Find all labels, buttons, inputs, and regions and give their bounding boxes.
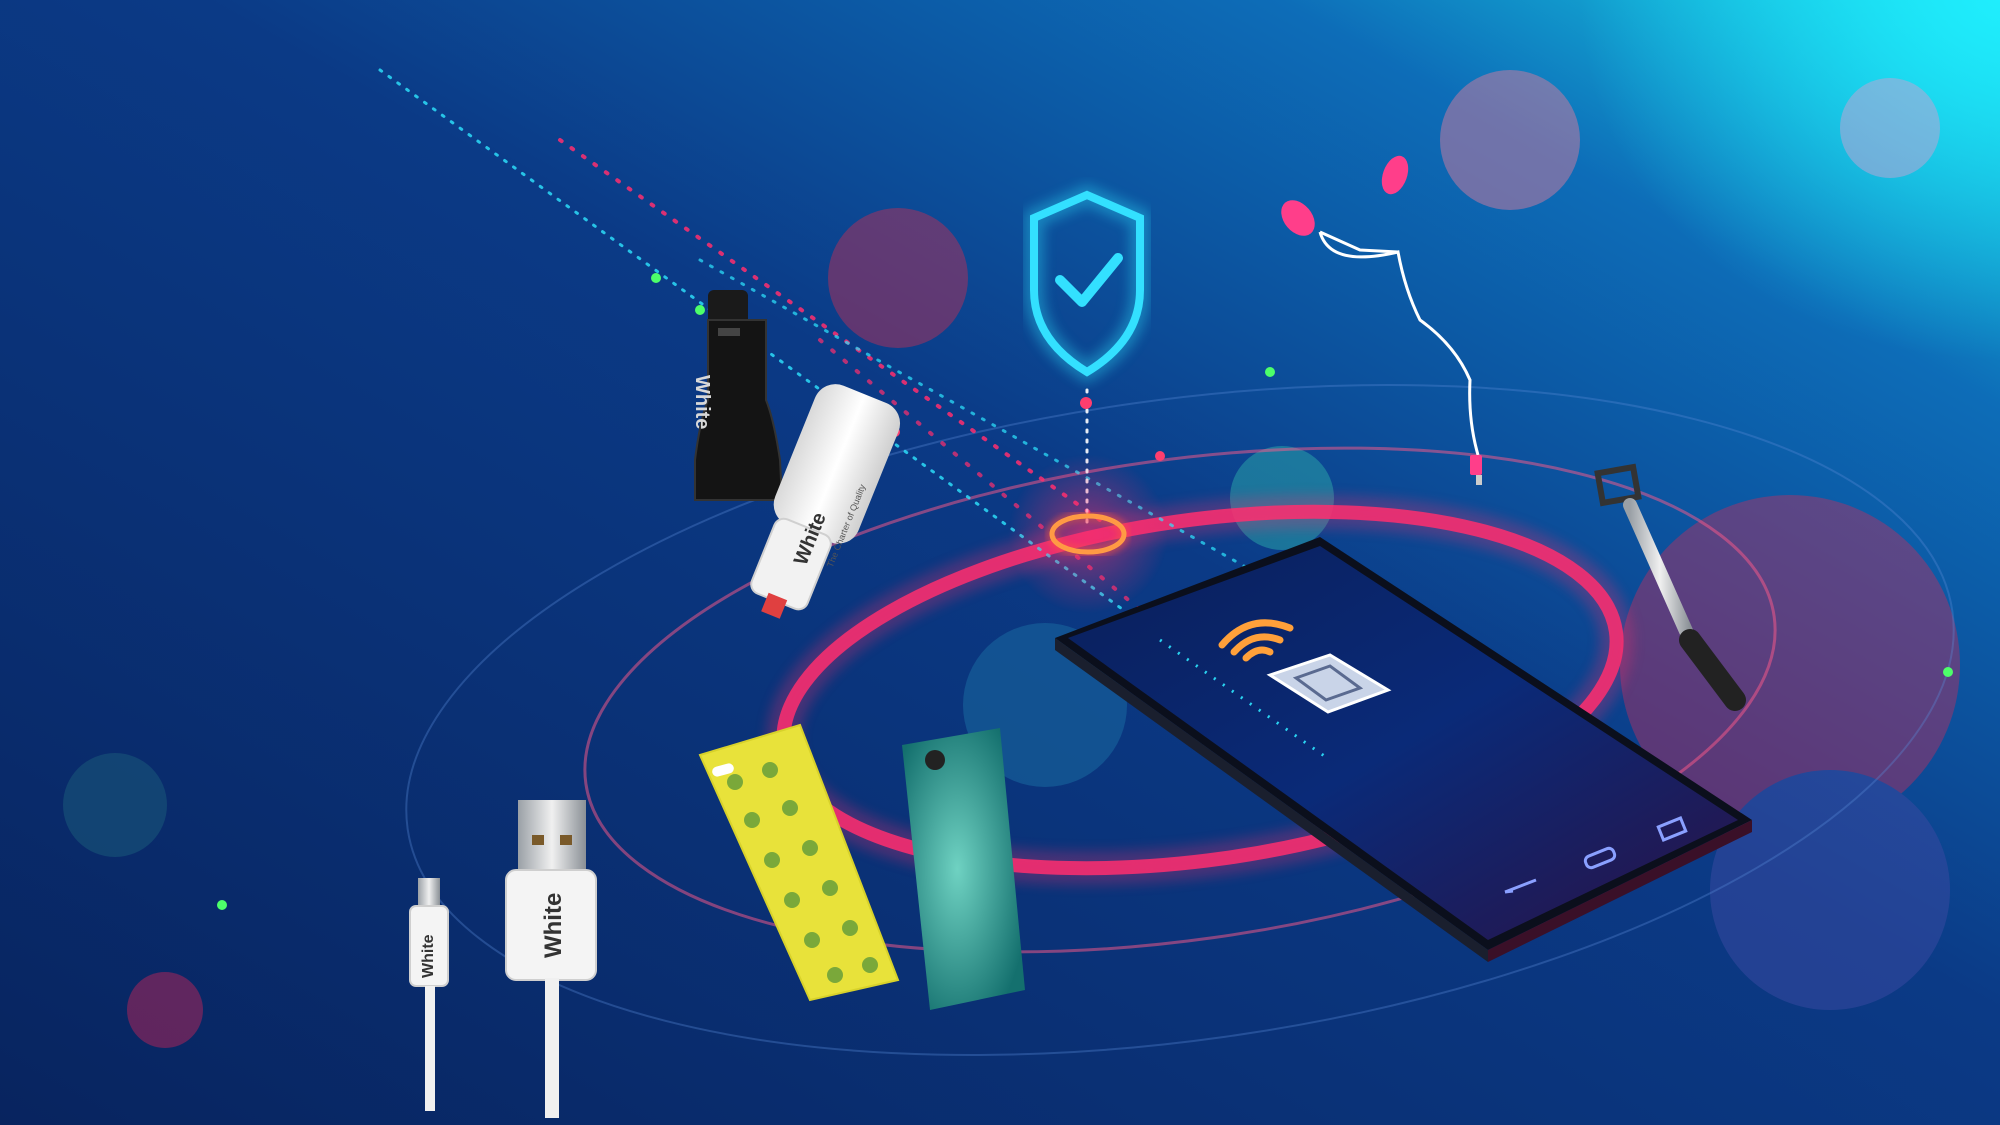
- center-target-ring: [1008, 454, 1168, 614]
- hero-banner: White White The Charter of Quality White…: [0, 0, 2000, 1125]
- black-charger-brand: White: [691, 375, 713, 430]
- background-art: [0, 0, 2000, 1125]
- micro-usb-brand: White: [420, 934, 437, 978]
- usb-a-brand: White: [540, 892, 567, 958]
